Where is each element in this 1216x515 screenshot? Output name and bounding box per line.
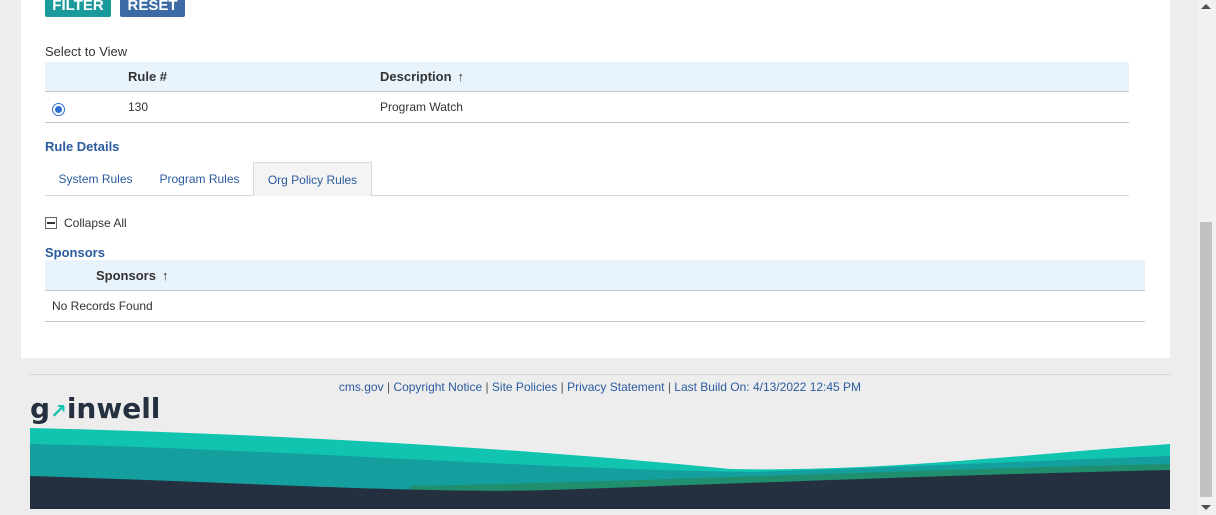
- rule-details-title: Rule Details: [45, 139, 120, 154]
- last-build-text: Last Build On: 4/13/2022 12:45 PM: [674, 380, 862, 394]
- collapse-all-label: Collapse All: [64, 216, 127, 230]
- footer-link-copyright[interactable]: Copyright Notice: [393, 380, 482, 394]
- logo-text-end: inwell: [66, 392, 161, 425]
- sort-ascending-icon: ↑: [161, 267, 169, 283]
- collapse-all-toggle[interactable]: Collapse All: [45, 215, 127, 231]
- tab-system-rules[interactable]: System Rules: [45, 162, 146, 195]
- filter-button[interactable]: FILTER: [45, 0, 111, 17]
- collapse-minus-icon: [45, 217, 57, 229]
- tab-program-rules[interactable]: Program Rules: [151, 162, 248, 195]
- radio-selected-icon: [55, 105, 62, 113]
- rules-grid-header: Rule # Description ↑: [45, 62, 1129, 92]
- footer-link-privacy[interactable]: Privacy Statement: [567, 380, 664, 394]
- footer-links: cms.gov | Copyright Notice | Site Polici…: [0, 380, 1200, 394]
- page-scrollbar[interactable]: [1198, 0, 1216, 515]
- sponsors-grid-header: Sponsors ↑: [45, 260, 1145, 291]
- footer-wave-graphic: [30, 428, 1170, 509]
- scroll-up-arrow-icon[interactable]: [1201, 4, 1211, 9]
- scroll-down-arrow-icon[interactable]: [1201, 505, 1211, 510]
- logo-arrow-icon: ↗: [50, 399, 67, 423]
- sort-ascending-icon: ↑: [457, 69, 465, 84]
- table-row[interactable]: 130 Program Watch: [45, 92, 1129, 123]
- footer-divider: [30, 374, 1170, 375]
- sponsors-empty-row: No Records Found: [45, 291, 1145, 322]
- gainwell-logo: g ↗ inwell: [30, 392, 160, 425]
- reset-button[interactable]: RESET: [120, 0, 185, 17]
- column-description[interactable]: Description ↑: [380, 62, 464, 91]
- select-to-view-label: Select to View: [45, 44, 128, 59]
- description-cell: Program Watch: [380, 100, 463, 114]
- tab-org-policy-rules[interactable]: Org Policy Rules: [253, 162, 372, 196]
- sponsors-title: Sponsors: [45, 245, 105, 260]
- column-rule-number[interactable]: Rule #: [128, 62, 167, 91]
- column-sponsors[interactable]: Sponsors ↑: [96, 260, 168, 290]
- logo-text-start: g: [30, 392, 51, 425]
- rule-details-tabs: System Rules Program Rules Org Policy Ru…: [45, 162, 1129, 196]
- rule-number-cell: 130: [128, 100, 149, 114]
- column-description-label: Description: [380, 69, 452, 84]
- no-records-text: No Records Found: [52, 299, 153, 313]
- column-rule-number-label: Rule #: [128, 69, 168, 84]
- footer-link-site-policies[interactable]: Site Policies: [492, 380, 557, 394]
- row-select-radio[interactable]: [52, 94, 65, 124]
- footer-link-cms[interactable]: cms.gov: [339, 380, 384, 394]
- column-sponsors-label: Sponsors: [96, 267, 156, 283]
- scroll-thumb[interactable]: [1200, 222, 1212, 497]
